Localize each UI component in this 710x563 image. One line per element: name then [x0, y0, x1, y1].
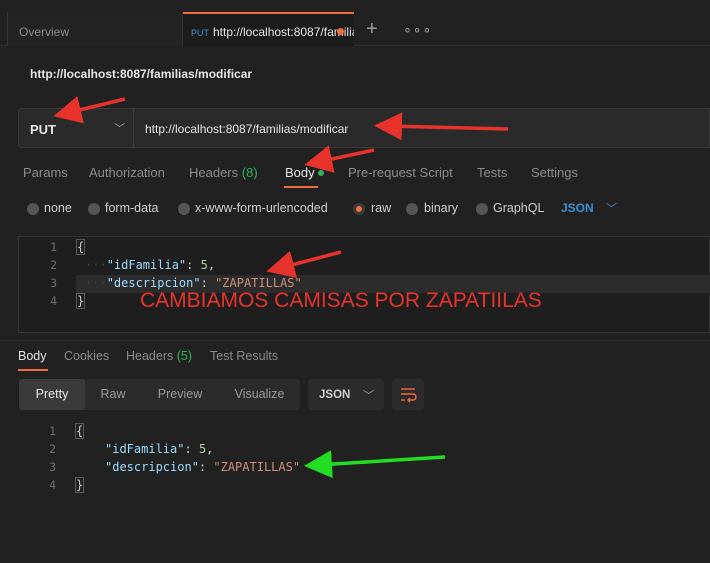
red-arrow-request-value — [266, 250, 342, 278]
green-arrow-response-value — [304, 450, 446, 479]
red-arrow-body-tab — [304, 145, 375, 173]
red-arrow-method — [53, 96, 126, 124]
annotation-arrows — [53, 96, 509, 479]
red-arrow-url — [374, 112, 509, 141]
